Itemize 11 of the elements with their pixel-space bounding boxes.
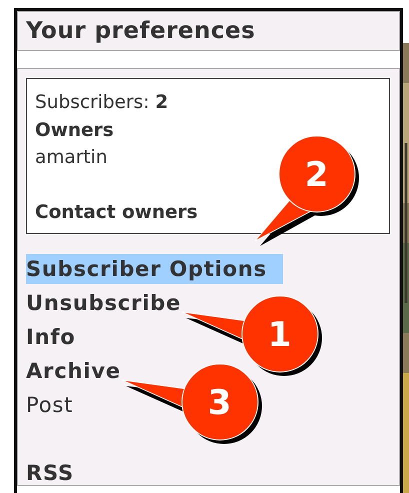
menu-link[interactable]: Subscriber Options bbox=[26, 254, 283, 284]
owners-heading: Owners bbox=[35, 120, 114, 140]
menu-link[interactable]: Post bbox=[26, 390, 76, 420]
panel-title: Your preferences bbox=[26, 18, 256, 44]
contact-owners-link[interactable]: Contact owners bbox=[35, 202, 198, 223]
subscribers-count: Subscribers: 2 bbox=[35, 92, 168, 113]
menu-link[interactable]: Info bbox=[26, 322, 79, 352]
owner-name: amartin bbox=[35, 147, 108, 168]
menu-link[interactable]: Archive bbox=[26, 356, 124, 386]
rss-link[interactable]: RSS bbox=[26, 458, 77, 488]
menu-link[interactable]: Unsubscribe bbox=[26, 288, 184, 318]
